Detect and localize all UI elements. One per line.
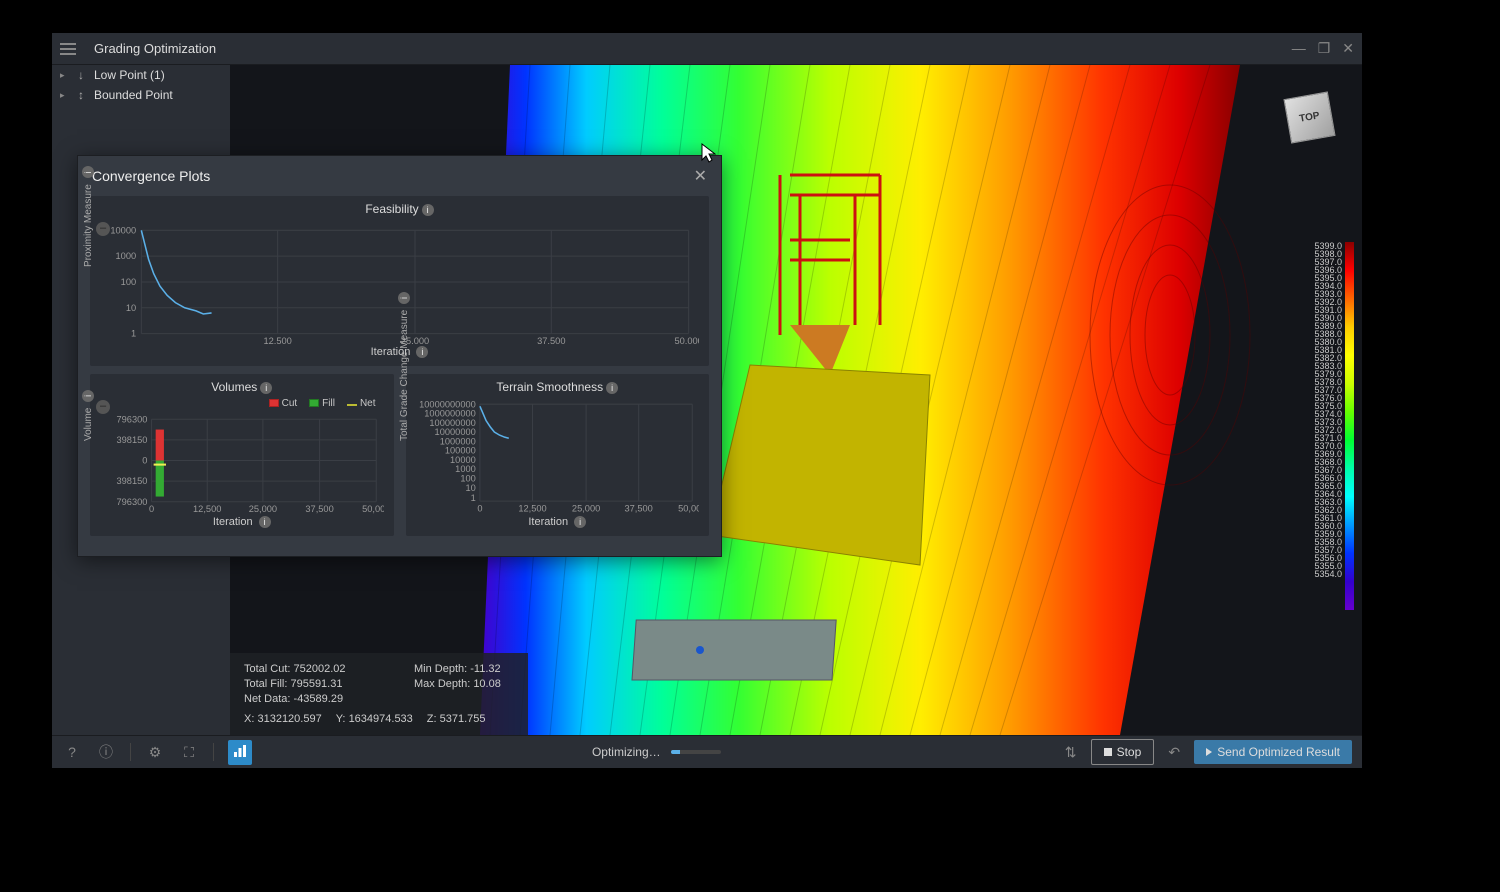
svg-text:50,000: 50,000 <box>678 503 699 513</box>
svg-text:37,500: 37,500 <box>305 504 333 514</box>
svg-text:25,000: 25,000 <box>571 503 599 513</box>
svg-text:10: 10 <box>126 303 136 313</box>
tree-label: Bounded Point <box>94 88 173 102</box>
net-data-label: Net Data: <box>244 693 290 705</box>
footer-bar: ? ⓘ ⚙ ⛶ Optimizing… ⇅ Stop ↶ Send Optimi… <box>52 735 1362 768</box>
svg-text:100: 100 <box>121 277 137 287</box>
total-cut-label: Total Cut: <box>244 663 290 675</box>
total-fill-label: Total Fill: <box>244 678 287 690</box>
collapse-icon[interactable]: – <box>96 222 110 236</box>
svg-text:0: 0 <box>149 504 154 514</box>
min-depth-label: Min Depth: <box>414 663 467 675</box>
tree-item-bounded-point[interactable]: ▸ ↕ Bounded Point <box>52 85 230 105</box>
app-title: Grading Optimization <box>94 41 216 56</box>
svg-text:10000: 10000 <box>110 225 136 235</box>
play-icon <box>1206 748 1212 756</box>
svg-text:1: 1 <box>131 329 136 339</box>
elevation-legend: 5399.05398.05397.05396.05395.05394.05393… <box>1312 240 1356 612</box>
coord-y-label: Y: <box>336 713 346 725</box>
tree-label: Low Point (1) <box>94 68 165 82</box>
svg-text:796300: 796300 <box>117 414 148 424</box>
close-window-icon[interactable]: ✕ <box>1342 40 1354 57</box>
volumes-plot: – Volumesi Cut Fill Net Volume i <box>90 374 394 536</box>
undo-icon[interactable]: ↶ <box>1164 744 1184 761</box>
low-point-icon: ↓ <box>74 68 88 82</box>
mesh-icon[interactable]: ⛶ <box>179 744 199 761</box>
min-depth-value: -11.32 <box>470 663 500 675</box>
coord-z-label: Z: <box>427 713 437 725</box>
convergence-title: Convergence Plots <box>92 168 210 184</box>
view-cube[interactable]: TOP <box>1283 91 1335 143</box>
filter-icon[interactable]: ⇅ <box>1061 744 1081 761</box>
progress-bar <box>671 750 721 754</box>
restore-icon[interactable]: ❐ <box>1318 40 1331 57</box>
caret-icon: ▸ <box>60 90 68 101</box>
svg-text:1: 1 <box>470 493 475 503</box>
help-icon[interactable]: ? <box>62 744 82 760</box>
stop-icon <box>1104 748 1112 756</box>
collapse-icon[interactable]: – <box>96 400 110 414</box>
info-icon[interactable]: i <box>606 382 618 394</box>
max-depth-value: 10.08 <box>473 678 501 690</box>
svg-text:12,500: 12,500 <box>193 504 221 514</box>
bounded-point-icon: ↕ <box>74 88 88 102</box>
volumes-legend: Cut Fill Net <box>100 398 384 409</box>
svg-text:0: 0 <box>142 455 147 465</box>
tree-item-low-point[interactable]: ▸ ↓ Low Point (1) <box>52 65 230 85</box>
svg-text:12,500: 12,500 <box>263 336 291 344</box>
total-fill-value: 795591.31 <box>290 678 342 690</box>
close-icon[interactable]: ✕ <box>694 166 707 186</box>
legend-colorbar <box>1345 242 1354 610</box>
info-icon[interactable]: i <box>398 292 410 304</box>
settings-icon[interactable]: ⚙ <box>145 744 165 761</box>
svg-text:0: 0 <box>477 503 482 513</box>
info-icon[interactable]: i <box>82 390 94 402</box>
convergence-plots-panel: Convergence Plots ✕ – Feasibilityi Proxi… <box>77 155 722 557</box>
smoothness-chart: 10000000000 1000000000 100000000 1000000… <box>416 398 700 514</box>
legend-value: 5354.0 <box>1314 570 1342 578</box>
coord-x-label: X: <box>244 713 254 725</box>
stop-button[interactable]: Stop <box>1091 739 1155 765</box>
status-text: Optimizing… <box>592 745 661 759</box>
info-icon[interactable]: i <box>422 204 434 216</box>
svg-text:10: 10 <box>465 483 475 493</box>
total-cut-value: 752002.02 <box>294 663 346 675</box>
info-icon[interactable]: i <box>574 516 586 528</box>
sidebar-tree: ▸ ↓ Low Point (1) ▸ ↕ Bounded Point <box>52 65 230 105</box>
coord-y: 1634974.533 <box>349 713 413 725</box>
caret-icon: ▸ <box>60 70 68 81</box>
net-data-value: -43589.29 <box>294 693 344 705</box>
about-icon[interactable]: ⓘ <box>96 742 116 762</box>
info-icon[interactable]: i <box>82 166 94 178</box>
info-icon[interactable]: i <box>416 346 428 358</box>
svg-text:12,500: 12,500 <box>518 503 546 513</box>
volumes-chart: 796300 398150 0 398150 796300 0 12,500 25,0… <box>100 411 384 514</box>
max-depth-label: Max Depth: <box>414 678 470 690</box>
svg-text:25,000: 25,000 <box>249 504 277 514</box>
coord-z: 5371.755 <box>440 713 486 725</box>
titlebar: Grading Optimization — ❐ ✕ <box>52 33 1362 65</box>
svg-text:50,000: 50,000 <box>362 504 383 514</box>
minimize-icon[interactable]: — <box>1292 40 1306 57</box>
stats-panel: Total Cut: 752002.02 Min Depth: -11.32 T… <box>230 653 528 735</box>
svg-text:37,500: 37,500 <box>624 503 652 513</box>
info-icon[interactable]: i <box>259 516 271 528</box>
smoothness-plot: Terrain Smoothnessi Total Grade Change M… <box>406 374 710 536</box>
coord-x: 3132120.597 <box>257 713 321 725</box>
svg-text:37,500: 37,500 <box>537 336 565 344</box>
info-icon[interactable]: i <box>260 382 272 394</box>
svg-text:796300: 796300 <box>117 497 148 507</box>
charts-icon[interactable] <box>228 740 252 765</box>
menu-icon[interactable] <box>60 39 80 59</box>
send-result-button[interactable]: Send Optimized Result <box>1194 740 1352 764</box>
svg-text:398150: 398150 <box>117 435 148 445</box>
svg-text:398150: 398150 <box>117 476 148 486</box>
svg-text:1000: 1000 <box>116 251 137 261</box>
svg-text:50,000: 50,000 <box>674 336 699 344</box>
